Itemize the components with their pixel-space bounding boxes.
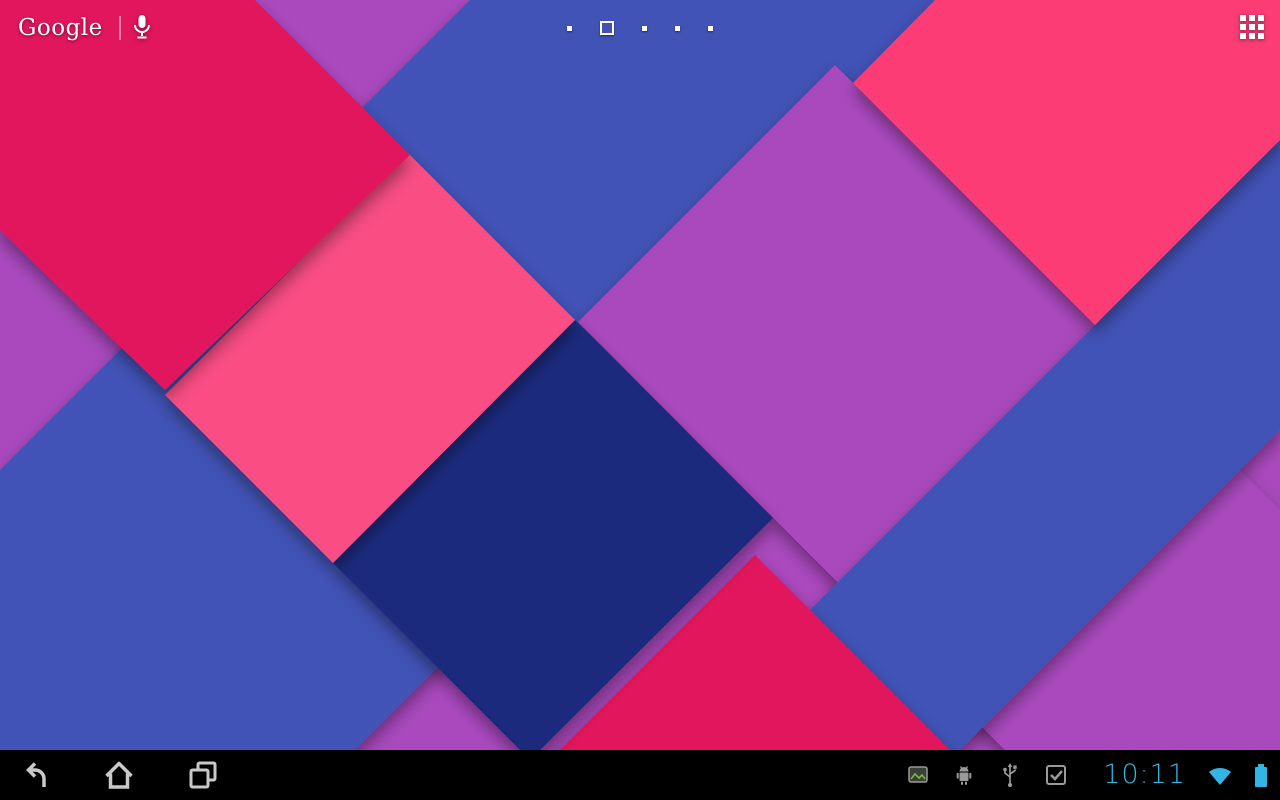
home-top-bar: Google — [0, 0, 1280, 56]
wifi-icon — [1206, 763, 1234, 787]
page-dot — [708, 26, 713, 31]
usb-connected-icon — [997, 762, 1023, 788]
screenshot-icon — [905, 762, 931, 788]
home-icon — [100, 756, 138, 794]
recent-apps-icon — [184, 756, 222, 794]
google-logo: Google — [18, 12, 103, 44]
nav-buttons — [0, 756, 222, 794]
status-tray[interactable]: 10:11 — [905, 750, 1280, 800]
task-complete-icon — [1043, 762, 1069, 788]
google-search-widget[interactable]: Google — [18, 12, 150, 44]
app-grid-icon — [1240, 15, 1264, 39]
home-button[interactable] — [100, 756, 138, 794]
mic-icon[interactable] — [134, 15, 150, 41]
wallpaper — [0, 0, 1280, 800]
page-dot-active — [600, 21, 614, 35]
page-dot — [675, 26, 680, 31]
system-navbar: 10:11 — [0, 750, 1280, 800]
all-apps-button[interactable] — [1240, 15, 1264, 39]
usb-debugging-icon — [951, 762, 977, 788]
android-home-screen: Google — [0, 0, 1280, 800]
back-button[interactable] — [16, 756, 54, 794]
page-indicator — [567, 21, 713, 35]
status-clock[interactable]: 10:11 — [1103, 750, 1186, 800]
page-dot — [567, 26, 572, 31]
recents-button[interactable] — [184, 756, 222, 794]
back-arrow-icon — [16, 756, 54, 794]
battery-icon — [1254, 763, 1268, 788]
page-dot — [642, 26, 647, 31]
search-divider — [119, 16, 121, 40]
